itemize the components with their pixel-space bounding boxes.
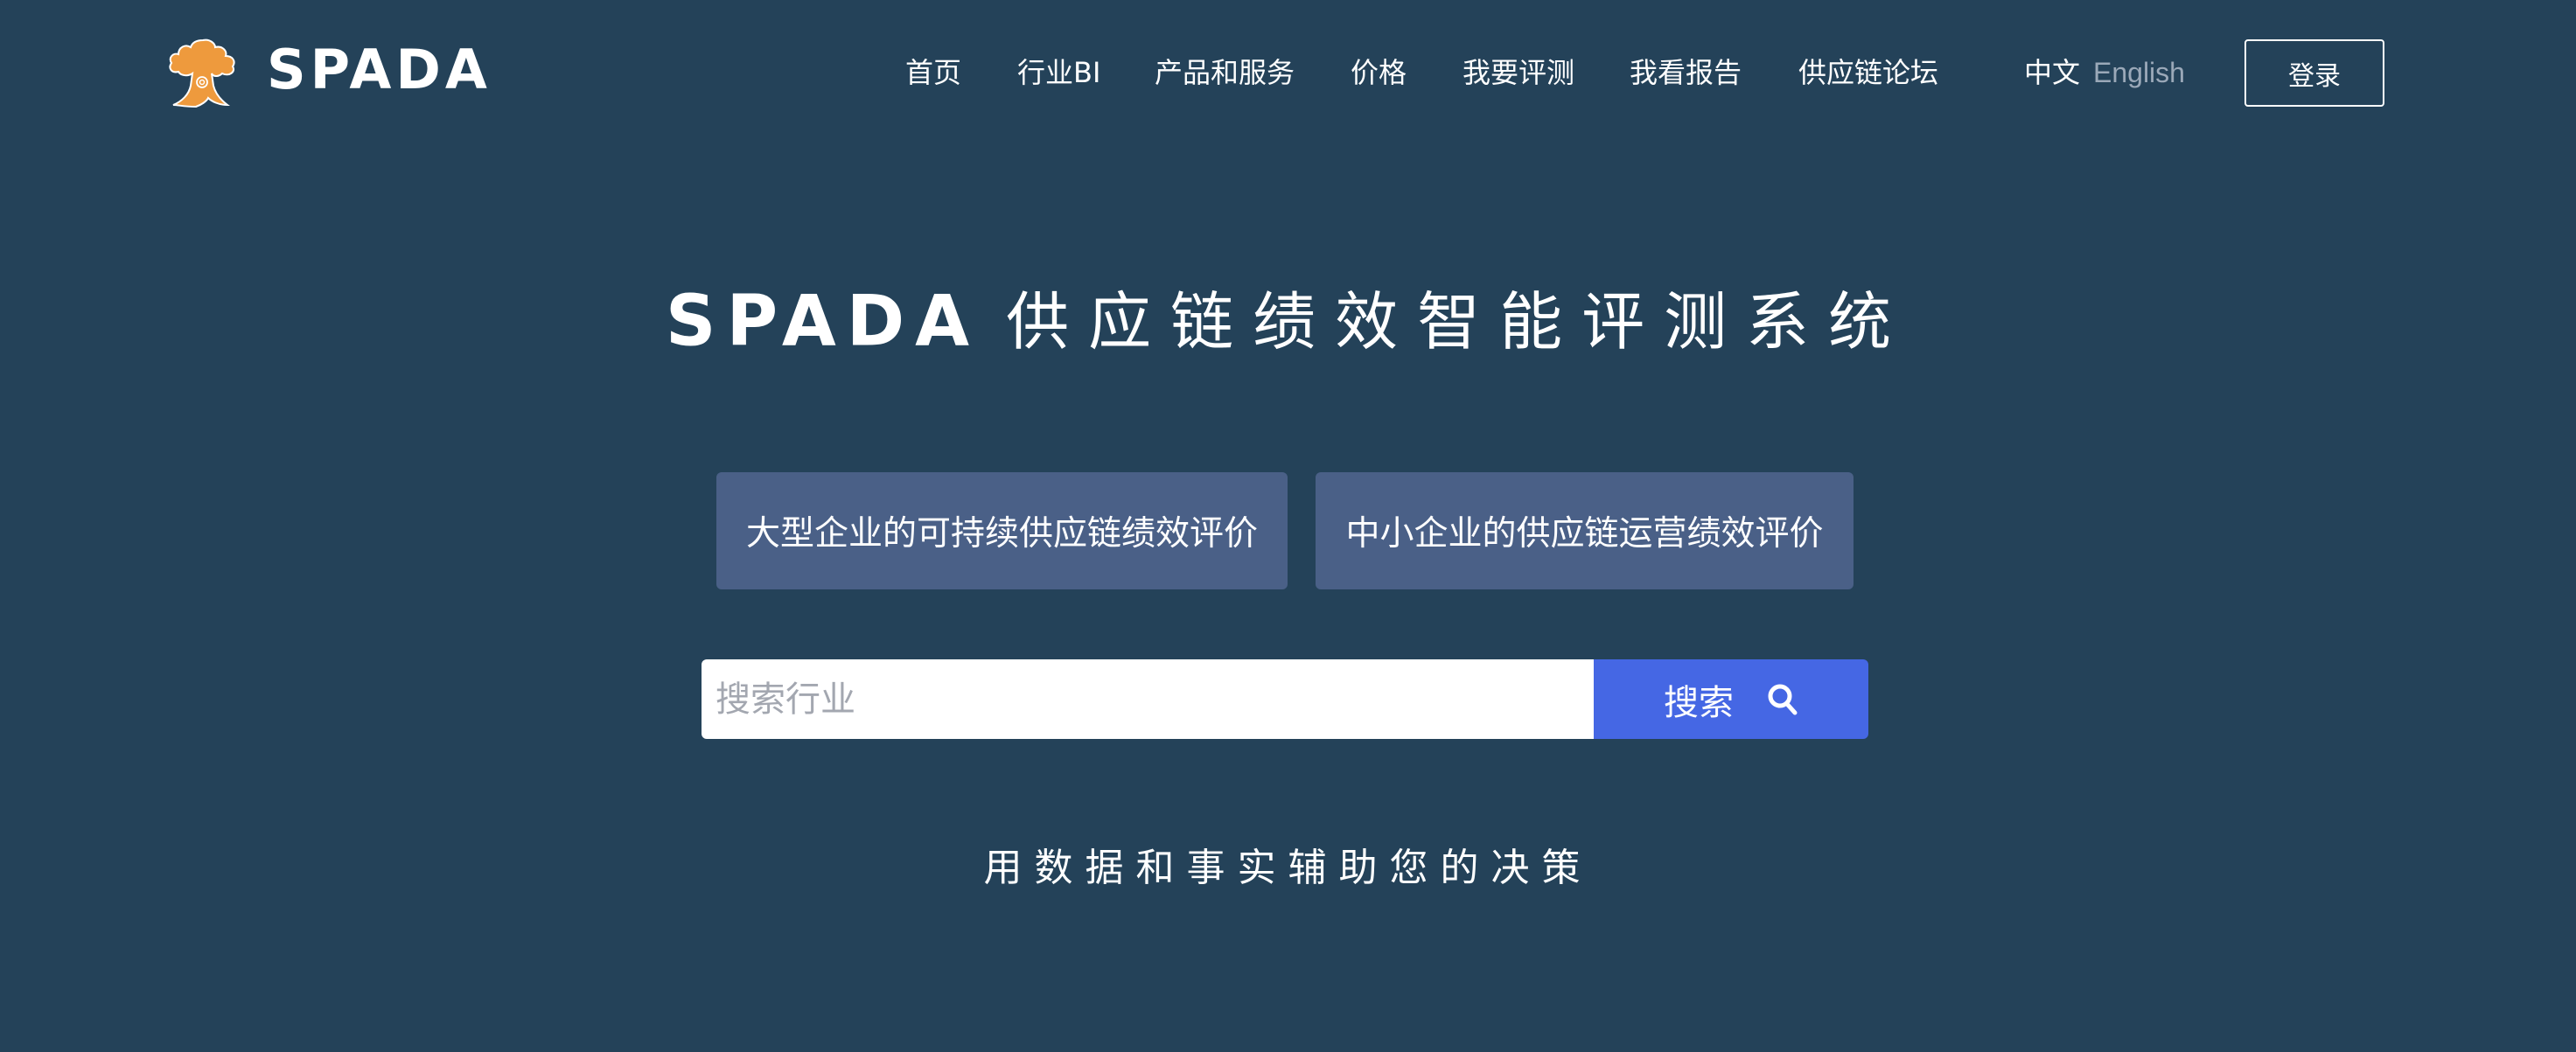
lang-english[interactable]: English (2093, 54, 2185, 91)
nav-item-pricing[interactable]: 价格 (1351, 54, 1407, 91)
search-button[interactable]: 搜索 (1594, 659, 1868, 739)
tagline: 用数据和事实辅助您的决策 (983, 846, 1593, 890)
search-icon (1768, 684, 1798, 714)
brand-name[interactable]: SPADA (267, 35, 492, 105)
search-bar: 搜索 (702, 659, 1868, 739)
nav-item-industry-bi[interactable]: 行业BI (1017, 54, 1100, 91)
large-enterprise-evaluation-card[interactable]: 大型企业的可持续供应链绩效评价 (716, 472, 1288, 589)
logo-icon[interactable] (166, 37, 240, 108)
page-title: SPADA 供应链绩效智能评测系统 (0, 273, 2576, 370)
hero-subtitle: 供应链绩效智能评测系统 (1006, 284, 1911, 359)
tree-at-logo-icon (169, 38, 235, 108)
nav-item-products-services[interactable]: 产品和服务 (1155, 54, 1295, 91)
sme-evaluation-card[interactable]: 中小企业的供应链运营绩效评价 (1316, 472, 1853, 589)
search-button-label: 搜索 (1664, 682, 1734, 723)
hero-brand: SPADA (665, 280, 981, 362)
login-button[interactable]: 登录 (2244, 39, 2384, 107)
nav-item-evaluate[interactable]: 我要评测 (1463, 54, 1574, 91)
search-input[interactable] (702, 659, 1594, 739)
lang-chinese[interactable]: 中文 (2024, 54, 2080, 91)
nav-item-home[interactable]: 首页 (905, 54, 961, 91)
nav-item-reports[interactable]: 我看报告 (1630, 54, 1742, 91)
nav-item-forum[interactable]: 供应链论坛 (1798, 54, 1938, 91)
